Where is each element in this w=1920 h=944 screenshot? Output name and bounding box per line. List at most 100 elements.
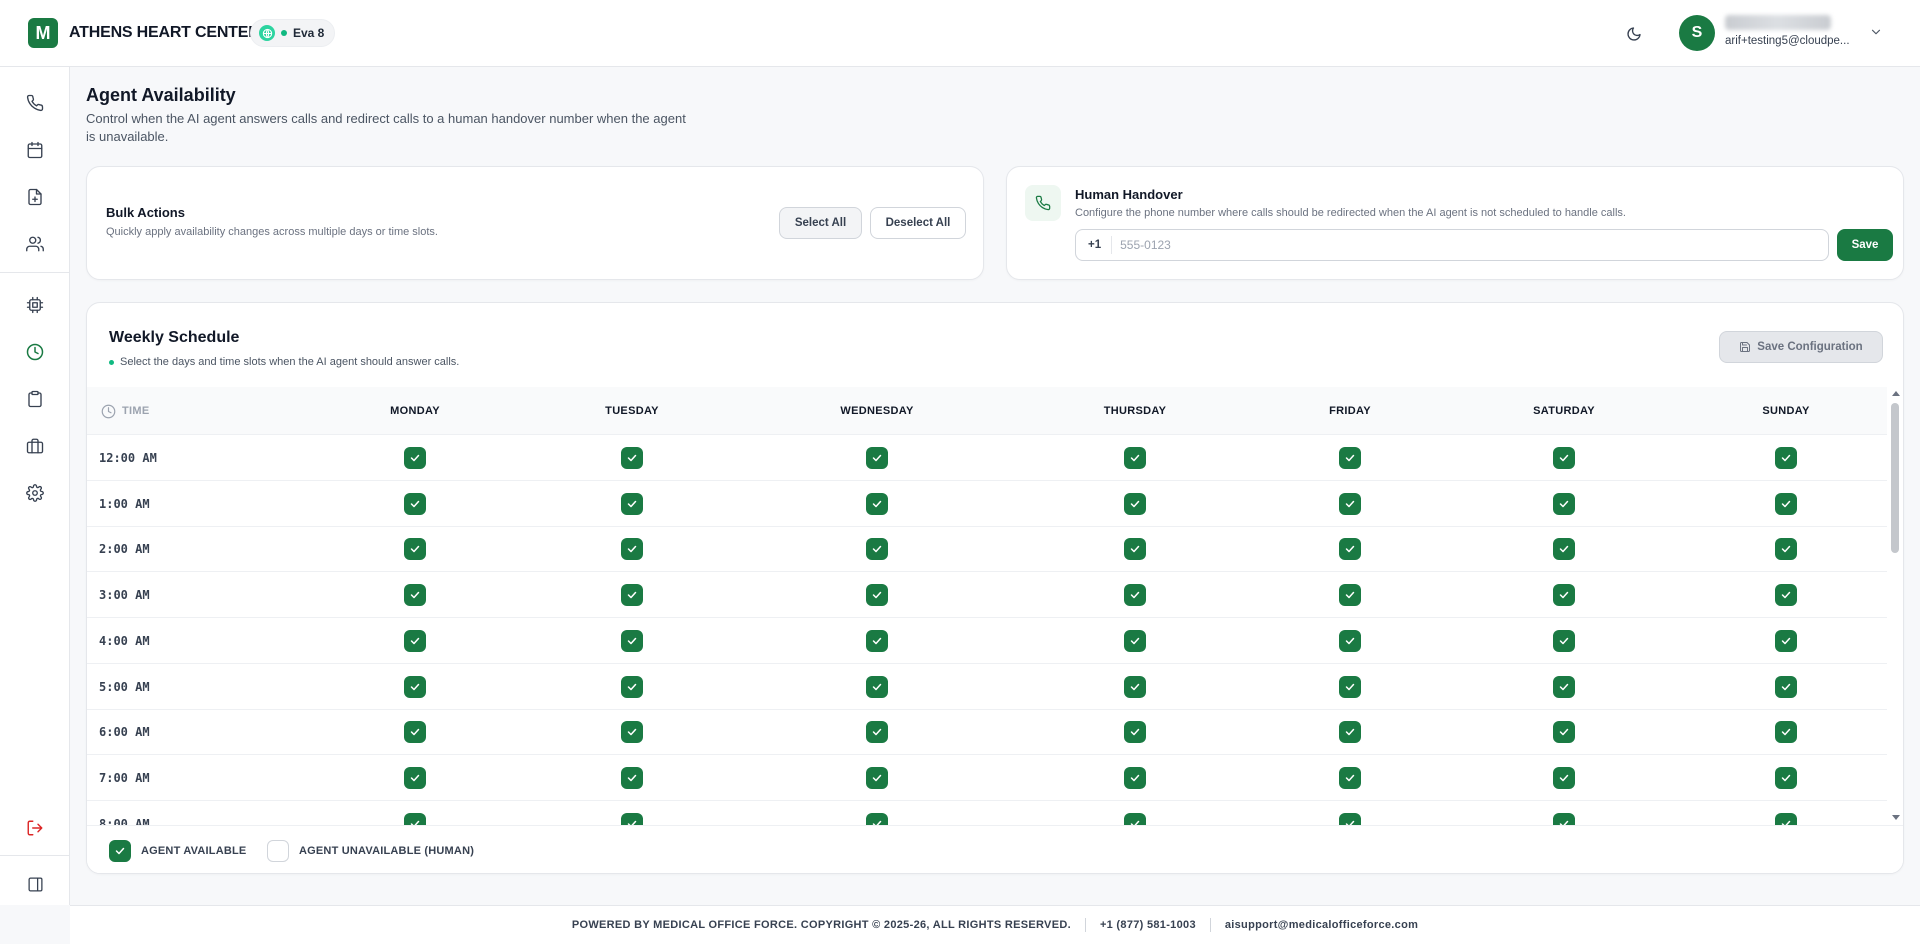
availability-checkbox[interactable]	[1339, 447, 1361, 469]
sidebar-item-availability[interactable]	[23, 340, 47, 364]
availability-checkbox[interactable]	[1124, 584, 1146, 607]
availability-checkbox[interactable]	[866, 675, 888, 698]
availability-checkbox[interactable]	[1124, 538, 1146, 561]
availability-checkbox[interactable]	[404, 675, 426, 698]
availability-checkbox[interactable]	[1553, 675, 1575, 698]
availability-checkbox[interactable]	[1124, 812, 1146, 825]
availability-checkbox[interactable]	[866, 447, 888, 469]
moon-icon[interactable]	[1622, 22, 1646, 46]
availability-checkbox[interactable]	[404, 447, 426, 469]
footer-email[interactable]: aisupport@medicalofficeforce.com	[1225, 919, 1418, 931]
availability-checkbox[interactable]	[866, 812, 888, 825]
availability-checkbox[interactable]	[1775, 812, 1797, 825]
availability-checkbox[interactable]	[1339, 538, 1361, 561]
sidebar-item-users[interactable]	[23, 232, 47, 256]
sidebar-item-tasks[interactable]	[23, 387, 47, 411]
availability-checkbox[interactable]	[1339, 812, 1361, 825]
availability-checkbox[interactable]	[621, 721, 643, 744]
save-configuration-button[interactable]: Save Configuration	[1719, 331, 1883, 363]
availability-checkbox[interactable]	[1775, 538, 1797, 561]
availability-checkbox[interactable]	[621, 629, 643, 652]
avatar[interactable]: S	[1679, 15, 1715, 51]
availability-checkbox[interactable]	[866, 492, 888, 515]
deselect-all-button[interactable]: Deselect All	[870, 207, 966, 239]
save-handover-button[interactable]: Save	[1837, 229, 1893, 261]
user-name-redacted	[1725, 15, 1831, 30]
availability-checkbox[interactable]	[866, 721, 888, 744]
availability-checkbox[interactable]	[1553, 584, 1575, 607]
footer-phone[interactable]: +1 (877) 581-1003	[1100, 919, 1196, 931]
day-header-saturday[interactable]: SATURDAY	[1494, 387, 1634, 435]
availability-checkbox[interactable]	[1124, 492, 1146, 515]
availability-checkbox[interactable]	[404, 812, 426, 825]
availability-checkbox[interactable]	[1339, 766, 1361, 789]
availability-checkbox[interactable]	[866, 629, 888, 652]
day-header-wednesday[interactable]: WEDNESDAY	[807, 387, 947, 435]
availability-checkbox[interactable]	[1124, 447, 1146, 469]
availability-checkbox[interactable]	[1775, 629, 1797, 652]
availability-checkbox[interactable]	[1553, 766, 1575, 789]
availability-checkbox[interactable]	[1339, 629, 1361, 652]
sidebar-collapse-button[interactable]	[23, 872, 47, 896]
availability-checkbox[interactable]	[404, 584, 426, 607]
day-header-tuesday[interactable]: TUESDAY	[562, 387, 702, 435]
availability-checkbox[interactable]	[1339, 721, 1361, 744]
availability-checkbox[interactable]	[1775, 675, 1797, 698]
agent-selector[interactable]: Eva 8	[250, 19, 336, 47]
availability-checkbox[interactable]	[621, 447, 643, 469]
availability-checkbox[interactable]	[1339, 675, 1361, 698]
availability-checkbox[interactable]	[621, 538, 643, 561]
availability-checkbox[interactable]	[1124, 629, 1146, 652]
availability-checkbox[interactable]	[1553, 812, 1575, 825]
availability-checkbox[interactable]	[1553, 447, 1575, 469]
availability-checkbox[interactable]	[1553, 721, 1575, 744]
availability-checkbox[interactable]	[621, 812, 643, 825]
day-header-friday[interactable]: FRIDAY	[1280, 387, 1420, 435]
scroll-thumb[interactable]	[1891, 403, 1899, 553]
availability-checkbox[interactable]	[404, 721, 426, 744]
availability-checkbox[interactable]	[621, 675, 643, 698]
day-header-sunday[interactable]: SUNDAY	[1716, 387, 1856, 435]
availability-checkbox[interactable]	[1553, 538, 1575, 561]
scroll-down-arrow[interactable]	[1892, 815, 1900, 820]
availability-checkbox[interactable]	[1339, 492, 1361, 515]
sidebar-item-calendar[interactable]	[23, 138, 47, 162]
chevron-down-icon[interactable]	[1869, 25, 1883, 39]
availability-checkbox[interactable]	[404, 538, 426, 561]
sidebar-item-business[interactable]	[23, 434, 47, 458]
availability-checkbox[interactable]	[866, 538, 888, 561]
availability-checkbox[interactable]	[404, 492, 426, 515]
day-header-thursday[interactable]: THURSDAY	[1065, 387, 1205, 435]
availability-checkbox[interactable]	[1553, 492, 1575, 515]
availability-checkbox[interactable]	[1775, 766, 1797, 789]
availability-checkbox[interactable]	[1339, 584, 1361, 607]
sidebar-item-calls[interactable]	[23, 91, 47, 115]
handover-title: Human Handover	[1075, 187, 1183, 202]
availability-checkbox[interactable]	[621, 492, 643, 515]
scroll-up-arrow[interactable]	[1892, 391, 1900, 396]
logo[interactable]: M	[28, 18, 58, 48]
availability-checkbox[interactable]	[866, 584, 888, 607]
logout-button[interactable]	[23, 816, 47, 840]
availability-checkbox[interactable]	[1124, 766, 1146, 789]
availability-checkbox[interactable]	[1775, 721, 1797, 744]
availability-checkbox[interactable]	[1775, 584, 1797, 607]
handover-phone-input[interactable]	[1112, 238, 1828, 252]
availability-checkbox[interactable]	[1775, 447, 1797, 469]
select-all-button[interactable]: Select All	[779, 207, 862, 239]
availability-checkbox[interactable]	[866, 766, 888, 789]
availability-checkbox[interactable]	[1124, 721, 1146, 744]
availability-checkbox[interactable]	[621, 584, 643, 607]
sidebar-item-documents[interactable]	[23, 185, 47, 209]
sidebar-item-agent[interactable]	[23, 293, 47, 317]
availability-checkbox[interactable]	[404, 766, 426, 789]
availability-checkbox[interactable]	[621, 766, 643, 789]
availability-checkbox[interactable]	[404, 629, 426, 652]
sidebar-item-settings[interactable]	[23, 481, 47, 505]
day-header-monday[interactable]: MONDAY	[345, 387, 485, 435]
availability-checkbox[interactable]	[1775, 492, 1797, 515]
availability-checkbox[interactable]	[1124, 675, 1146, 698]
schedule-scrollbar[interactable]	[1889, 387, 1901, 825]
sidebar-divider	[0, 272, 70, 273]
availability-checkbox[interactable]	[1553, 629, 1575, 652]
